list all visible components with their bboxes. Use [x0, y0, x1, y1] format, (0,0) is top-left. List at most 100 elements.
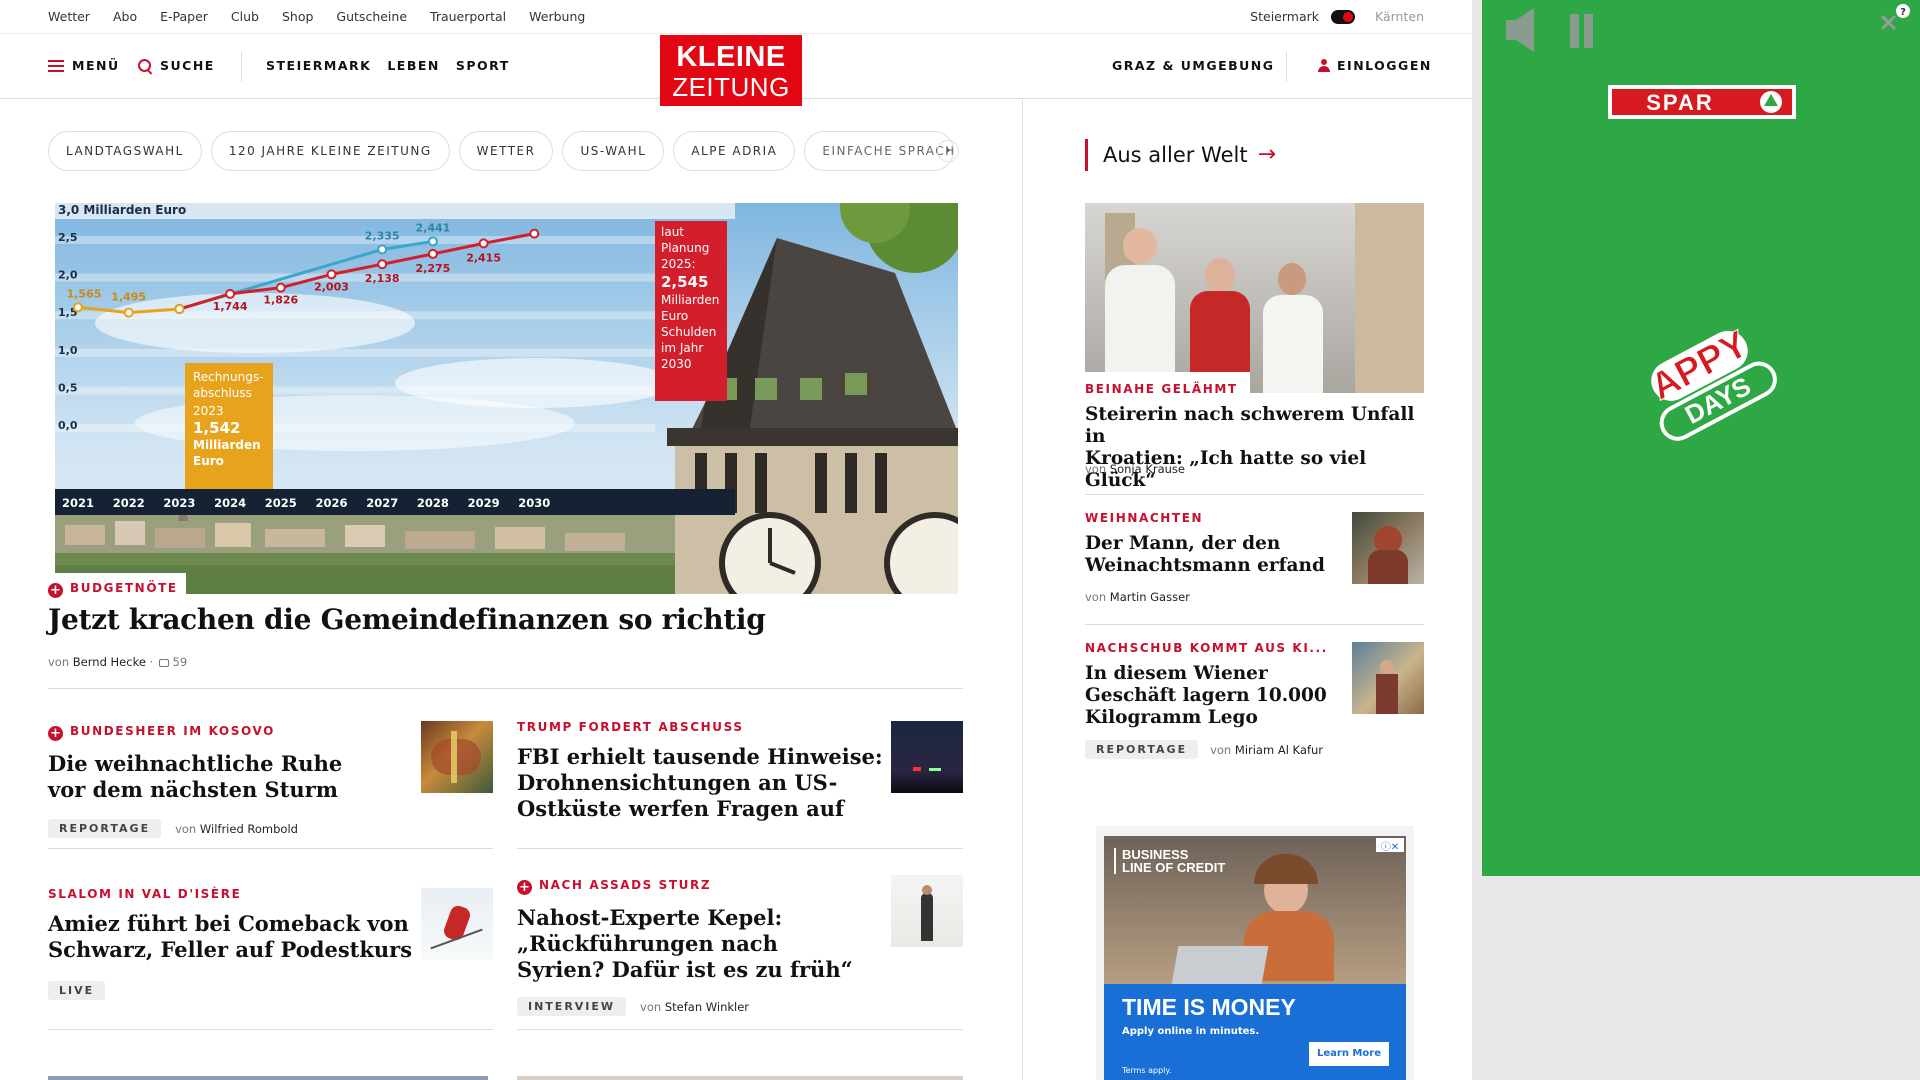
spar-video-ad[interactable]: ? SPAR APPY DAYS [1482, 0, 1920, 876]
nav-sport[interactable]: SPORT [456, 58, 510, 73]
chart-series-budget-point [529, 228, 540, 239]
chip-scroll-right-button[interactable]: › [937, 140, 959, 162]
ad-subline: Apply online in minutes. [1122, 1026, 1260, 1037]
article-thumbnail[interactable] [891, 875, 963, 947]
region-switch: Steiermark Kärnten [1250, 9, 1424, 24]
hero-comment-count[interactable]: 59 [173, 655, 188, 669]
chart-x-tick-label: 2027 [366, 496, 398, 510]
article-thumbnail[interactable] [421, 721, 493, 793]
article-thumbnail[interactable] [891, 721, 963, 793]
chart-gridline [55, 424, 655, 432]
chart-series-budget-point [377, 259, 388, 270]
chart-data-label: 1,744 [213, 300, 248, 313]
region-link[interactable]: GRAZ & UMGEBUNG [1112, 58, 1275, 73]
divider [48, 848, 493, 849]
nav-steiermark[interactable]: STEIERMARK [266, 58, 371, 73]
ad-learn-more-button[interactable]: Learn More [1309, 1042, 1389, 1066]
chart-y-tick-label: 0,5 [58, 381, 78, 394]
pause-icon[interactable] [1570, 14, 1593, 48]
close-icon[interactable]: ? [1880, 4, 1910, 31]
article-thumbnail[interactable] [421, 888, 493, 960]
chip-120-jahre[interactable]: 120 JAHRE KLEINE ZEITUNG [210, 131, 450, 171]
login-button[interactable]: EINLOGGEN [1318, 58, 1432, 73]
ad-choices-icon[interactable]: ⓘ✕ [1376, 838, 1404, 853]
business-credit-ad[interactable]: BUSINESS LINE OF CREDIT ⓘ✕ TIME IS MONEY… [1104, 836, 1406, 1080]
divider [1286, 52, 1287, 82]
sidebar-article[interactable]: NACHSCHUB KOMMT AUS KI... In diesem Wien… [1085, 641, 1335, 759]
sidebar-article-thumbnail[interactable] [1352, 512, 1424, 584]
sidebar-article-headline[interactable]: In diesem Wiener Geschäft lagern 10.000 Ki… [1085, 663, 1335, 729]
next-article-image-edge [48, 1076, 488, 1080]
chart-data-label: 1,826 [263, 294, 298, 307]
hero-headline[interactable]: Jetzt krachen die Gemeindefinanzen so ri… [48, 603, 766, 636]
chip-wetter[interactable]: WETTER [458, 131, 554, 171]
chart-gridline [55, 348, 655, 357]
region-steiermark[interactable]: Steiermark [1250, 9, 1319, 24]
util-link-abo[interactable]: Abo [113, 9, 137, 24]
util-link-werbung[interactable]: Werbung [529, 9, 585, 24]
util-link-shop[interactable]: Shop [282, 9, 313, 24]
divider [517, 848, 963, 849]
sidebar-article-kicker: NACHSCHUB KOMMT AUS KI... [1085, 641, 1328, 655]
sidebar-article-author[interactable]: Miriam Al Kafur [1235, 743, 1323, 757]
article-kicker: BUNDESHEER IM KOSOVO [70, 724, 275, 738]
util-link-club[interactable]: Club [231, 9, 259, 24]
util-link-wetter[interactable]: Wetter [48, 9, 90, 24]
divider [1085, 494, 1424, 495]
chart-x-tick-label: 2028 [417, 496, 449, 510]
article-author[interactable]: Stefan Winkler [665, 1000, 749, 1014]
sidebar-article-headline[interactable]: Der Mann, der den Weinachtsmann erfand [1085, 533, 1335, 577]
sidebar-lead-headline[interactable]: Steirerin nach schwerem Unfall in Kroatie… [1085, 404, 1424, 492]
topic-chips: LANDTAGSWAHL 120 JAHRE KLEINE ZEITUNG WE… [48, 131, 955, 171]
search-button[interactable]: SUCHE [138, 58, 215, 73]
kleine-zeitung-logo[interactable]: KLEINE ZEITUNG [660, 35, 802, 106]
article-card[interactable]: + NACH ASSADS STURZ Nahost-Experte Kepel:… [517, 874, 887, 1016]
hero-author[interactable]: Bernd Hecke [73, 655, 146, 669]
chip-einfache-sprache[interactable]: EINFACHE SPRACHE [804, 131, 955, 171]
sidebar-lead-author[interactable]: Sonja Krause [1110, 462, 1185, 476]
user-icon [1318, 59, 1330, 72]
chip-landtagswahl[interactable]: LANDTAGSWAHL [48, 131, 202, 171]
sidebar-article-kicker: WEIHNACHTEN [1085, 511, 1204, 525]
chart-data-label: 2,003 [314, 280, 349, 293]
comment-icon [158, 659, 169, 667]
chip-us-wahl[interactable]: US-WAHL [562, 131, 665, 171]
util-link-epaper[interactable]: E-Paper [160, 9, 208, 24]
sidebar-article-thumbnail[interactable] [1352, 642, 1424, 714]
article-headline[interactable]: FBI erhielt tausende Hinweise: Drohnensic… [517, 744, 887, 822]
chart-x-tick-label: 2022 [113, 496, 145, 510]
column-divider [1022, 100, 1023, 1080]
sidebar-article[interactable]: WEIHNACHTEN Der Mann, der den Weinachtsma… [1085, 511, 1335, 604]
chart-series-budget-point [478, 238, 489, 249]
chip-alpe-adria[interactable]: ALPE ADRIA [673, 131, 796, 171]
article-author[interactable]: Wilfried Rombold [200, 822, 298, 836]
chart-gridline [55, 386, 655, 395]
hero-image[interactable]: 3,0 Milliarden Euro 2,5 2,0 1,5 1,0 0,5 0,0 2… [55, 203, 958, 594]
mute-icon[interactable] [1506, 8, 1534, 52]
chart-data-label: 2,138 [365, 272, 400, 285]
chart-series-budget-point [275, 282, 286, 293]
util-link-trauerportal[interactable]: Trauerportal [430, 9, 506, 24]
svg-text:?: ? [1900, 7, 1906, 18]
region-kaernten[interactable]: Kärnten [1375, 9, 1424, 24]
section-heading-aus-aller-welt[interactable]: Aus aller Welt → [1085, 139, 1276, 171]
menu-button[interactable]: MENÜ [48, 58, 120, 73]
chart-gridline [55, 273, 655, 282]
sidebar-lead-image[interactable] [1085, 203, 1424, 393]
utility-bar: Wetter Abo E-Paper Club Shop Gutscheine … [0, 0, 1472, 34]
chart-x-tick-label: 2021 [62, 496, 94, 510]
menu-label: MENÜ [72, 58, 120, 73]
chart-x-tick-label: 2029 [468, 496, 500, 510]
chart-data-label: 2,275 [416, 262, 451, 275]
sidebar-article-author[interactable]: Martin Gasser [1110, 590, 1190, 604]
article-card[interactable]: TRUMP FORDERT ABSCHUSS FBI erhielt tause… [517, 720, 887, 822]
region-toggle[interactable] [1331, 9, 1355, 24]
util-link-gutscheine[interactable]: Gutscheine [336, 9, 407, 24]
divider [48, 688, 963, 689]
nav-leben[interactable]: LEBEN [387, 58, 440, 73]
article-kicker: NACH ASSADS STURZ [539, 878, 712, 892]
article-tag: REPORTAGE [48, 819, 162, 838]
chart-x-tick-label: 2025 [265, 496, 297, 510]
section-heading-label: Aus aller Welt [1103, 143, 1248, 167]
article-headline[interactable]: Nahost-Experte Kepel: „Rückführungen nach… [517, 905, 887, 983]
